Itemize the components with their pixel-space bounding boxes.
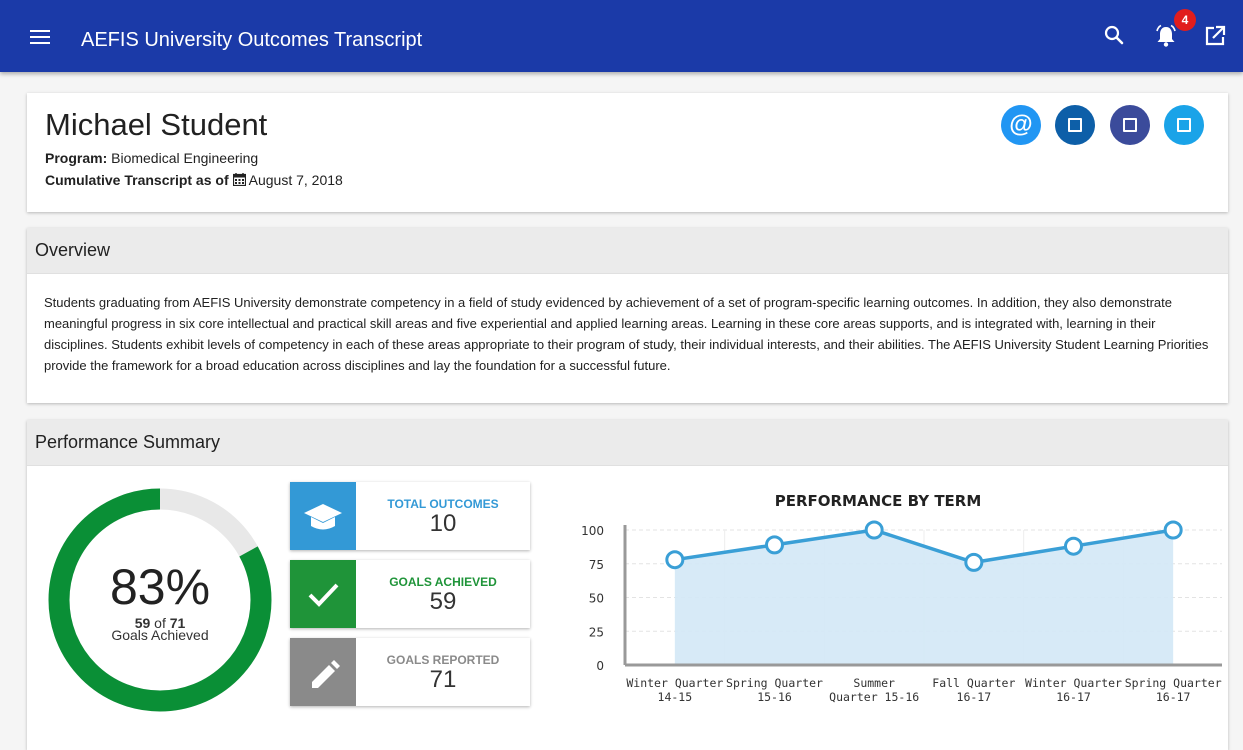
stat-value: 59 (429, 588, 457, 615)
transcript-line: Cumulative Transcript as of August 7, 20… (45, 171, 343, 189)
data-point (1163, 520, 1183, 540)
data-point (1064, 536, 1083, 556)
performance-heading: Performance Summary (27, 420, 1228, 466)
stat-label: GOALS ACHIEVED (389, 575, 497, 589)
x-tick-label: 15-16 (757, 690, 792, 704)
square-icon (1177, 118, 1191, 132)
graduation-cap-icon (290, 482, 356, 550)
x-tick-label: Fall Quarter (932, 676, 1015, 690)
y-tick-label: 75 (589, 558, 604, 572)
x-tick-label: 16-17 (1156, 690, 1191, 704)
data-point (765, 535, 784, 555)
pencil-icon (290, 638, 356, 706)
stat-goals-achieved[interactable]: GOALS ACHIEVED 59 (290, 560, 530, 628)
student-name: Michael Student (45, 107, 268, 142)
x-tick-label: Quarter 15-16 (829, 690, 919, 704)
program-line: Program: Biomedical Engineering (45, 149, 258, 167)
performance-by-term-chart: PERFORMANCE BY TERM 0 25 50 75 100 Winter Qua… (581, 492, 1222, 704)
contact-button-2[interactable] (1055, 105, 1095, 145)
transcript-label: Cumulative Transcript as of (45, 172, 229, 188)
x-tick-label: Winter Quarter (626, 676, 723, 690)
search-icon[interactable] (1101, 22, 1129, 50)
y-tick-label: 0 (596, 659, 604, 673)
stat-total-outcomes[interactable]: TOTAL OUTCOMES 10 (290, 482, 530, 550)
notification-badge: 4 (1174, 9, 1196, 31)
x-tick-label: Spring Quarter (1125, 676, 1222, 690)
stat-goals-reported[interactable]: GOALS REPORTED 71 (290, 638, 530, 706)
checkmark-icon (290, 560, 356, 628)
x-tick-label: 16-17 (957, 690, 992, 704)
y-tick-label: 50 (589, 592, 604, 606)
program-value: Biomedical Engineering (111, 150, 259, 166)
achieved-label: Goals Achieved (111, 627, 209, 643)
stat-label: GOALS REPORTED (386, 653, 500, 667)
achieved-percent: 83% (109, 559, 211, 615)
overview-card: Overview Students graduating from AEFIS … (27, 228, 1228, 403)
stat-value: 71 (429, 666, 457, 693)
at-sign-icon: @ (1009, 111, 1033, 138)
stat-value: 10 (429, 510, 457, 537)
overview-text: Students graduating from AEFIS Universit… (44, 295, 1209, 373)
menu-icon[interactable] (30, 30, 50, 44)
chart-title: PERFORMANCE BY TERM (775, 492, 982, 510)
x-tick-label: Summer (853, 676, 895, 690)
email-button[interactable]: @ (1001, 105, 1041, 145)
contact-button-3[interactable] (1110, 105, 1150, 145)
square-icon (1123, 118, 1137, 132)
x-tick-label: 16-17 (1056, 690, 1091, 704)
stat-label: TOTAL OUTCOMES (387, 497, 499, 511)
program-label: Program: (45, 150, 108, 166)
app-bar: AEFIS University Outcomes Transcript 4 (0, 0, 1243, 72)
open-in-new-icon[interactable] (1201, 22, 1229, 50)
calendar-icon (232, 173, 246, 187)
data-point (665, 550, 685, 570)
app-title: AEFIS University Outcomes Transcript (81, 29, 423, 51)
y-tick-label: 100 (581, 524, 604, 538)
x-tick-label: Spring Quarter (726, 676, 823, 690)
y-tick-label: 25 (589, 625, 604, 639)
transcript-date: August 7, 2018 (248, 172, 343, 188)
data-point (964, 552, 984, 572)
overview-heading: Overview (27, 228, 1228, 274)
student-card: Michael Student Program: Biomedical Engi… (27, 93, 1228, 212)
data-point (864, 520, 884, 540)
x-tick-label: Winter Quarter (1025, 676, 1122, 690)
square-icon (1068, 118, 1082, 132)
performance-card: Performance Summary 83% 59 of 71 Goals A… (27, 420, 1228, 750)
goals-donut: 83% 59 of 71 Goals Achieved (47, 482, 273, 718)
x-tick-label: 14-15 (658, 690, 693, 704)
contact-button-4[interactable] (1164, 105, 1204, 145)
